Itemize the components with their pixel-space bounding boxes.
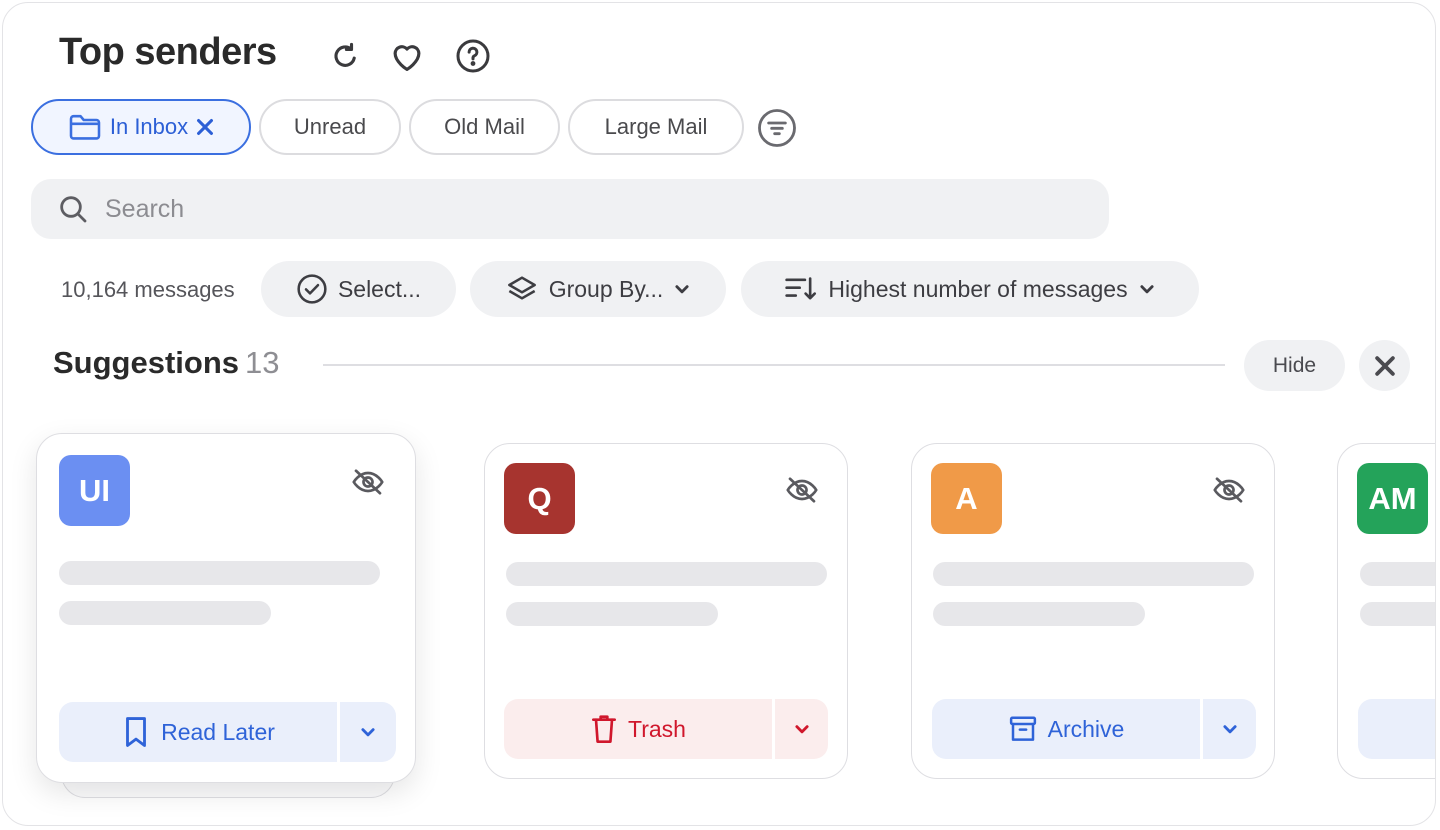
chip-unread[interactable]: Unread (259, 99, 401, 155)
chip-large-mail[interactable]: Large Mail (568, 99, 744, 155)
suggestions-count: 13 (245, 345, 280, 380)
heart-icon[interactable] (387, 36, 427, 76)
suggestion-card[interactable]: A Archive (911, 443, 1275, 779)
hide-suggestions-button[interactable]: Hide (1244, 340, 1345, 391)
sort-dropdown[interactable]: Highest number of messages (741, 261, 1199, 317)
group-by-label: Group By... (548, 275, 664, 302)
skeleton-line (933, 562, 1254, 586)
page-title: Top senders (59, 31, 277, 73)
hide-sender-icon[interactable] (1209, 470, 1249, 510)
action-menu-button[interactable] (340, 702, 396, 762)
message-count: 10,164 messages (61, 277, 235, 302)
layers-icon (505, 273, 539, 305)
skeleton-line (1360, 562, 1435, 586)
action-menu-button[interactable] (775, 699, 828, 759)
action-label: Read Later (161, 718, 275, 745)
search-bar[interactable] (31, 179, 1109, 239)
archive-action[interactable]: Archive (932, 699, 1256, 759)
skeleton-line (59, 601, 271, 625)
chevron-down-icon (673, 280, 691, 298)
help-icon[interactable] (453, 36, 493, 76)
chip-in-inbox[interactable]: In Inbox (31, 99, 251, 155)
chip-old-mail[interactable]: Old Mail (409, 99, 560, 155)
skeleton-line (59, 561, 380, 585)
top-senders-panel: Top senders In Inbox Unread Old Mail Lar… (2, 2, 1436, 826)
suggestion-card[interactable]: AM (1337, 443, 1435, 779)
hide-sender-icon[interactable] (782, 470, 822, 510)
group-by-dropdown[interactable]: Group By... (470, 261, 726, 317)
read-later-action[interactable]: Read Later (59, 702, 396, 762)
chevron-down-icon (1138, 280, 1156, 298)
suggestions-title: Suggestions (53, 345, 240, 380)
hide-sender-icon[interactable] (348, 462, 388, 502)
chip-label: Large Mail (604, 114, 708, 139)
read-later-action[interactable] (1358, 699, 1435, 759)
suggestion-card[interactable]: UI Read Later (36, 433, 416, 783)
skeleton-line (1360, 602, 1435, 626)
chevron-down-icon (793, 720, 811, 738)
bookmark-icon (121, 715, 151, 749)
chevron-down-icon (359, 723, 377, 741)
folder-icon (68, 113, 102, 141)
select-button[interactable]: Select... (261, 261, 456, 317)
skeleton-line (933, 602, 1145, 626)
avatar: Q (504, 463, 575, 534)
avatar: AM (1357, 463, 1428, 534)
chip-label: Unread (293, 114, 367, 139)
skeleton-line (506, 602, 718, 626)
divider (323, 364, 1225, 366)
trash-icon (590, 713, 618, 745)
sort-label: Highest number of messages (828, 275, 1128, 302)
avatar: A (931, 463, 1002, 534)
trash-button[interactable]: Trash (504, 699, 772, 759)
suggestions-heading: Suggestions 13 (53, 345, 280, 381)
close-suggestions-button[interactable] (1359, 340, 1410, 391)
trash-action[interactable]: Trash (504, 699, 828, 759)
suggestion-card[interactable]: Q Trash (484, 443, 848, 779)
sort-icon (784, 274, 818, 304)
skeleton-line (506, 562, 827, 586)
chip-label: Old Mail (444, 114, 525, 139)
archive-icon (1008, 714, 1038, 744)
check-circle-icon (296, 273, 328, 305)
filter-icon[interactable] (757, 108, 797, 148)
select-label: Select... (337, 275, 422, 302)
read-later-button[interactable]: Read Later (59, 702, 337, 762)
action-label: Archive (1047, 715, 1125, 742)
read-later-button[interactable] (1358, 699, 1435, 759)
close-icon (1374, 355, 1396, 377)
search-icon (57, 193, 89, 225)
avatar: UI (59, 455, 130, 526)
chip-label: In Inbox (109, 114, 189, 139)
action-menu-button[interactable] (1203, 699, 1256, 759)
chevron-down-icon (1221, 720, 1239, 738)
remove-filter-icon[interactable] (196, 118, 214, 136)
action-label: Trash (628, 715, 686, 742)
search-input[interactable] (103, 193, 1007, 225)
refresh-icon[interactable] (325, 36, 365, 76)
archive-button[interactable]: Archive (932, 699, 1200, 759)
